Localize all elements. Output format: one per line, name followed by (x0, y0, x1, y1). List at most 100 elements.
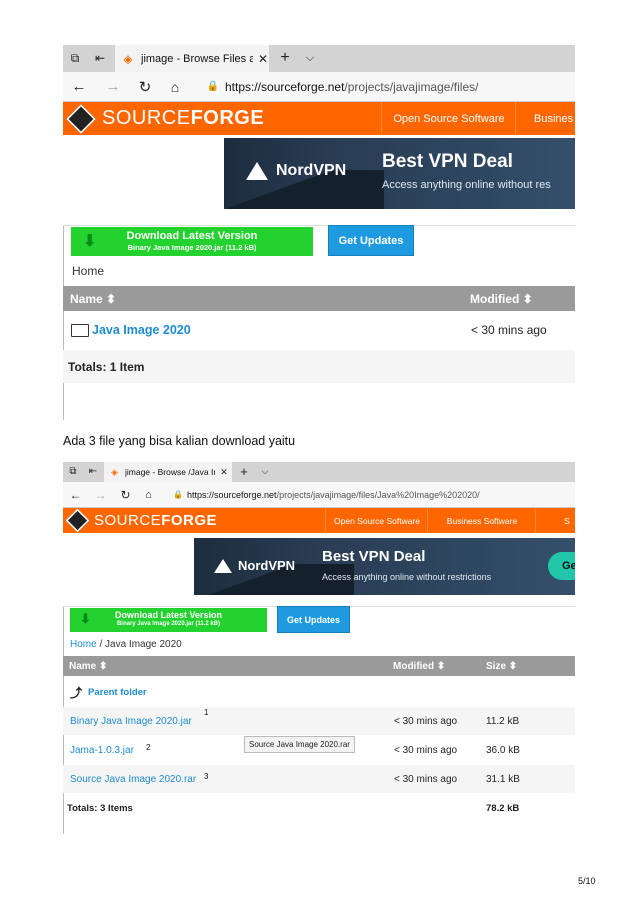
tab-title: jimage - Browse /Java Ir (125, 467, 215, 477)
forward-arrow-icon[interactable]: → (94, 488, 107, 502)
download-latest-button[interactable]: ⬇ Download Latest Version Binary Java Im… (70, 608, 267, 632)
tab-title: jimage - Browse Files at (141, 52, 253, 65)
get-updates-button[interactable]: Get Updates (328, 225, 414, 256)
sourceforge-favicon-icon: ◈ (111, 466, 118, 477)
annotation-marker-1: 1 (204, 708, 209, 717)
size-cell: 31.1 kB (486, 773, 520, 785)
tab-list-chevron-down-icon[interactable]: ⌵ (259, 464, 271, 479)
nordvpn-mountain-icon (246, 162, 268, 180)
file-tooltip: Source Java Image 2020.rar (244, 736, 355, 753)
download-latest-button[interactable]: ⬇ Download Latest Version Binary Java Im… (71, 227, 313, 256)
home-icon[interactable]: ⌂ (167, 79, 183, 95)
home-icon[interactable]: ⌂ (142, 489, 155, 501)
address-bar: ← → ↻ ⌂ 🔒 https://sourceforge.net/projec… (63, 482, 575, 508)
screenshot-2: ⧉ ⇤ ◈ jimage - Browse /Java Ir ✕ + ⌵ ← →… (63, 462, 575, 834)
breadcrumb-current: / Java Image 2020 (96, 639, 182, 650)
back-arrow-icon[interactable]: ← (69, 488, 82, 502)
folder-link[interactable]: Java Image 2020 (92, 323, 191, 337)
ad-subtext: Access anything online without res (382, 179, 551, 191)
close-tab-icon[interactable]: ✕ (257, 52, 269, 66)
sourceforge-favicon-icon: ◈ (123, 51, 133, 66)
tab-actions-icon[interactable]: ⧉ (67, 465, 79, 478)
url-field[interactable]: https://sourceforge.net/projects/javajim… (187, 490, 480, 500)
modified-cell: < 30 mins ago (394, 773, 458, 785)
browser-tab[interactable]: ◈ jimage - Browse Files at ✕ (115, 45, 269, 72)
totals-size: 78.2 kB (486, 802, 520, 814)
folder-icon (71, 323, 89, 337)
column-size[interactable]: Size ⬍ (486, 656, 517, 676)
set-aside-tabs-icon[interactable]: ⇤ (87, 465, 99, 478)
file-link[interactable]: Binary Java Image 2020.jar (70, 707, 192, 735)
ad-headline: Best VPN Deal (382, 151, 513, 172)
nav-open-source-software[interactable]: Open Source Software (381, 102, 516, 135)
parent-folder-link[interactable]: Parent folder (88, 687, 147, 698)
column-name[interactable]: Name ⬍ (69, 656, 107, 676)
back-arrow-icon[interactable]: ← (71, 78, 87, 95)
sourceforge-header: SOURCE FORGE Open Source Software Busines (63, 102, 575, 135)
download-icon: ⬇ (83, 233, 97, 250)
lock-icon: 🔒 (206, 81, 220, 92)
modified-cell: < 30 mins ago (394, 715, 458, 727)
totals-row: Totals: 1 Item (63, 350, 575, 383)
breadcrumb[interactable]: Home (72, 264, 104, 278)
parent-folder-row[interactable]: ⤴ Parent folder (63, 678, 575, 706)
nordvpn-logo: NordVPN (246, 162, 346, 180)
refresh-icon[interactable]: ↻ (137, 78, 153, 96)
column-modified[interactable]: Modified ⬍ (393, 656, 445, 676)
logo-text-source: SOURCE (94, 512, 162, 529)
tab-list-chevron-down-icon[interactable]: ⌵ (303, 49, 317, 67)
table-row[interactable]: Source Java Image 2020.rar < 30 mins ago… (63, 765, 575, 793)
new-tab-icon[interactable]: + (277, 49, 293, 67)
nav-open-source-software[interactable]: Open Source Software (325, 508, 428, 533)
nav-more[interactable]: S (535, 508, 575, 533)
url-field[interactable]: https://sourceforge.net/projects/javajim… (225, 80, 478, 94)
download-title: Download Latest Version (114, 610, 223, 620)
download-title: Download Latest Version (126, 230, 258, 242)
parent-folder-arrow-icon: ⤴ (70, 685, 83, 700)
address-bar: ← → ↻ ⌂ 🔒 https://sourceforge.net/projec… (63, 72, 575, 102)
nav-business-software[interactable]: Business Software (427, 508, 536, 533)
ad-subtext: Access anything online without restricti… (322, 572, 492, 582)
files-table-header: Name ⬍ Modified ⬍ Size ⬍ (63, 656, 575, 676)
nordvpn-ad-banner[interactable]: NordVPN Best VPN Deal Access anything on… (194, 538, 575, 595)
nordvpn-mountain-icon (214, 558, 232, 573)
ad-brand: NordVPN (276, 162, 347, 179)
browser-tab[interactable]: ◈ jimage - Browse /Java Ir ✕ (104, 462, 232, 482)
totals-text: Totals: 3 Items (67, 802, 133, 814)
forward-arrow-icon[interactable]: → (105, 78, 121, 95)
sourceforge-logo[interactable]: SOURCE FORGE (65, 508, 218, 533)
page-number: 5/10 (578, 876, 596, 886)
file-link[interactable]: Jama-1.0.3.jar (70, 736, 134, 764)
folder-cell: Java Image 2020 (71, 313, 191, 347)
breadcrumb-home-link[interactable]: Home (70, 639, 97, 650)
tab-bar: ⧉ ⇤ ◈ jimage - Browse /Java Ir ✕ + ⌵ (63, 462, 575, 482)
file-link[interactable]: Source Java Image 2020.rar (70, 765, 196, 793)
nordvpn-ad-banner[interactable]: NordVPN Best VPN Deal Access anything on… (224, 138, 575, 209)
close-tab-icon[interactable]: ✕ (219, 467, 229, 477)
size-cell: 36.0 kB (486, 744, 520, 756)
breadcrumb: Home / Java Image 2020 (70, 639, 182, 650)
nav-business-software[interactable]: Busines (515, 102, 575, 135)
annotation-marker-2: 2 (146, 743, 151, 752)
table-row[interactable]: Java Image 2020 < 30 mins ago (63, 313, 575, 347)
download-file: Binary Java Image 2020.jar (11.2 kB) (127, 243, 257, 252)
files-table-header: Name ⬍ Modified ⬍ (63, 286, 575, 311)
body-paragraph: Ada 3 file yang bisa kalian download yai… (63, 434, 296, 448)
column-name[interactable]: Name ⬍ (70, 286, 116, 311)
sourceforge-diamond-icon (65, 508, 90, 533)
new-tab-icon[interactable]: + (238, 464, 250, 479)
totals-row: Totals: 3 Items 78.2 kB (63, 794, 575, 822)
get-updates-button[interactable]: Get Updates (277, 606, 350, 633)
logo-text-forge: FORGE (161, 512, 218, 529)
sourceforge-logo[interactable]: SOURCE FORGE (66, 103, 264, 134)
nordvpn-logo: NordVPN (214, 558, 295, 573)
column-modified[interactable]: Modified ⬍ (470, 286, 533, 311)
tab-actions-icon[interactable]: ⧉ (68, 51, 82, 65)
ad-cta-button[interactable]: Ge (548, 552, 575, 580)
refresh-icon[interactable]: ↻ (119, 488, 132, 502)
annotation-marker-3: 3 (204, 772, 209, 781)
table-row[interactable]: Binary Java Image 2020.jar < 30 mins ago… (63, 707, 575, 735)
download-file: Binary Java Image 2020.jar (11.2 kB) (116, 621, 221, 627)
set-aside-tabs-icon[interactable]: ⇤ (93, 51, 107, 65)
tab-bar: ⧉ ⇤ ◈ jimage - Browse Files at ✕ + ⌵ (63, 45, 575, 72)
